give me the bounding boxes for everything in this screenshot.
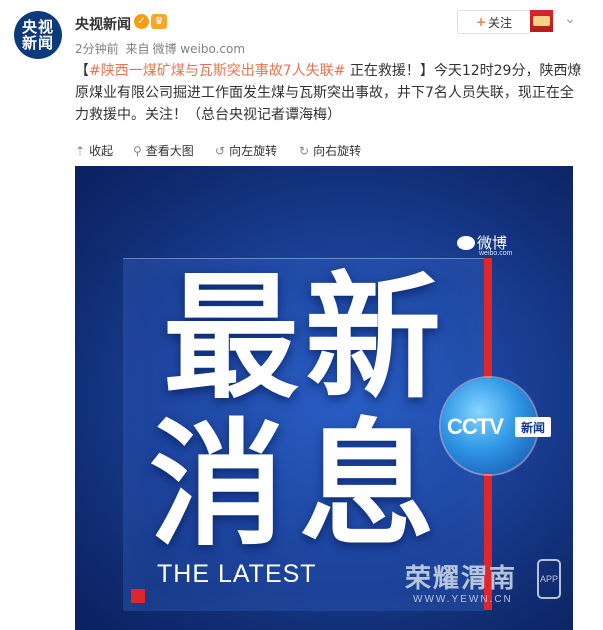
post-bracket-open: 【: [75, 63, 89, 79]
rotate-left-icon: ↺: [215, 143, 226, 158]
avatar[interactable]: 央视 新闻: [14, 11, 62, 59]
search-icon: ⚲: [133, 143, 142, 158]
collapse-button[interactable]: ⇡ 收起: [75, 142, 113, 159]
follow-label: 关注: [488, 15, 513, 30]
rotate-right-button[interactable]: ↻ 向右旋转: [299, 142, 361, 159]
rotate-right-icon: ↻: [299, 143, 310, 158]
app-icon: APP: [537, 559, 561, 599]
plus-icon: +: [475, 15, 487, 29]
weibo-url: weibo.com: [479, 250, 513, 257]
arrow-up-icon: ⇡: [75, 143, 86, 158]
post-status: 正在救援！】: [345, 63, 434, 79]
cctv-logo: CCTV: [447, 414, 504, 439]
post-time[interactable]: 2分钟前: [75, 42, 119, 56]
event-banner-icon[interactable]: [530, 10, 553, 32]
headline-line1: 最新: [163, 260, 447, 418]
image-toolbar: ⇡ 收起 ⚲ 查看大图 ↺ 向左旋转 ↻ 向右旋转: [75, 140, 585, 162]
topic-link[interactable]: #陕西一煤矿煤与瓦斯突出事故7人失联#: [89, 63, 345, 79]
rotate-right-label: 向右旋转: [313, 144, 362, 158]
post-text: 【#陕西一煤矿煤与瓦斯突出事故7人失联# 正在救援！】今天12时29分，陕西燎原…: [75, 60, 585, 126]
view-large-button[interactable]: ⚲ 查看大图: [133, 142, 194, 159]
red-square: [131, 589, 145, 603]
vip-icon[interactable]: ♛: [151, 14, 167, 29]
post-meta: 2分钟前 来自 微博 weibo.com: [75, 40, 248, 57]
post-source-site[interactable]: 微博 weibo.com: [152, 42, 245, 56]
chevron-down-icon[interactable]: ⌄: [562, 10, 578, 26]
verified-badge-icon: ✓: [134, 14, 149, 29]
follow-button[interactable]: + 关注: [457, 10, 531, 34]
cctv-news-label: 新闻: [515, 417, 551, 437]
post-source-label: 来自: [125, 42, 150, 56]
the-latest-text: THE LATEST: [157, 560, 317, 588]
watermark-text: 荣耀渭南: [405, 564, 518, 594]
username[interactable]: 央视新闻: [75, 14, 131, 34]
avatar-text-bottom: 新闻: [21, 34, 54, 52]
view-large-label: 查看大图: [145, 144, 194, 158]
rotate-left-button[interactable]: ↺ 向左旋转: [215, 142, 277, 159]
post-image[interactable]: 微博 weibo.com 最新 消息 THE LATEST CCTV 新闻 荣耀…: [75, 166, 573, 630]
avatar-text-top: 央视: [21, 18, 54, 36]
rotate-left-label: 向左旋转: [229, 144, 278, 158]
collapse-label: 收起: [89, 144, 114, 158]
headline-line2: 消息: [149, 407, 449, 565]
watermark-url: WWW.YEWN.CN: [413, 594, 513, 605]
